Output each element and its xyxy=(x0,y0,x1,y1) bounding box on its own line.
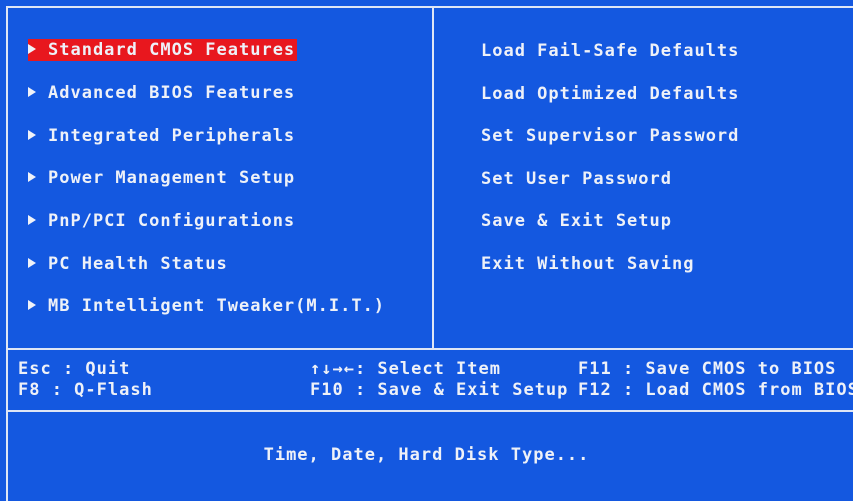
menu-item-label: Power Management Setup xyxy=(48,168,296,188)
help-f11-save-cmos: F11 : Save CMOS to BIOS xyxy=(578,359,837,379)
menu-item-load-optimized-defaults[interactable]: Load Optimized Defaults xyxy=(481,83,739,105)
frame-center-divider xyxy=(432,8,434,348)
menu-item-pc-health-status[interactable]: PC Health Status xyxy=(28,253,228,275)
help-select-item: ↑↓→←: Select Item xyxy=(310,359,501,379)
menu-item-mb-intelligent-tweaker[interactable]: MB Intelligent Tweaker(M.I.T.) xyxy=(28,295,385,317)
triangle-right-icon xyxy=(28,300,36,310)
menu-item-exit-without-saving[interactable]: Exit Without Saving xyxy=(481,253,694,275)
bios-setup-screen: Standard CMOS Features Advanced BIOS Fea… xyxy=(0,0,853,501)
menu-item-advanced-bios-features[interactable]: Advanced BIOS Features xyxy=(28,82,295,104)
menu-item-pnp-pci-configurations[interactable]: PnP/PCI Configurations xyxy=(28,210,295,232)
triangle-right-icon xyxy=(28,87,36,97)
menu-item-label: Load Fail-Safe Defaults xyxy=(481,41,740,61)
status-description: Time, Date, Hard Disk Type... xyxy=(263,445,590,465)
menu-item-label: Advanced BIOS Features xyxy=(48,83,296,103)
menu-item-label: Exit Without Saving xyxy=(481,254,695,274)
menu-item-label: MB Intelligent Tweaker(M.I.T.) xyxy=(48,296,386,316)
menu-item-load-fail-safe-defaults[interactable]: Load Fail-Safe Defaults xyxy=(481,40,739,62)
menu-item-save-exit-setup[interactable]: Save & Exit Setup xyxy=(481,210,672,232)
frame-help-bottom-line xyxy=(6,410,853,412)
triangle-right-icon xyxy=(28,130,36,140)
help-f10-save-exit: F10 : Save & Exit Setup xyxy=(310,380,569,400)
menu-item-label: Set Supervisor Password xyxy=(481,126,740,146)
menu-item-label: Save & Exit Setup xyxy=(481,211,672,231)
triangle-right-icon xyxy=(28,258,36,268)
frame-left-line xyxy=(6,6,8,501)
frame-top-line xyxy=(6,6,853,8)
triangle-right-icon xyxy=(28,215,36,225)
help-esc-quit: Esc : Quit xyxy=(18,359,131,379)
menu-item-set-supervisor-password[interactable]: Set Supervisor Password xyxy=(481,125,739,147)
menu-item-label: Integrated Peripherals xyxy=(48,126,296,146)
menu-item-set-user-password[interactable]: Set User Password xyxy=(481,168,672,190)
menu-item-integrated-peripherals[interactable]: Integrated Peripherals xyxy=(28,125,295,147)
frame-menu-bottom-line xyxy=(6,348,853,350)
menu-item-standard-cmos-features[interactable]: Standard CMOS Features xyxy=(28,39,298,61)
menu-item-label: PnP/PCI Configurations xyxy=(48,211,296,231)
help-f12-load-cmos: F12 : Load CMOS from BIOS xyxy=(578,380,853,400)
menu-item-label: Standard CMOS Features xyxy=(48,40,296,60)
menu-item-label: PC Health Status xyxy=(48,254,228,274)
menu-item-label: Set User Password xyxy=(481,169,672,189)
menu-item-power-management-setup[interactable]: Power Management Setup xyxy=(28,167,295,189)
menu-item-label: Load Optimized Defaults xyxy=(481,84,740,104)
help-f8-q-flash: F8 : Q-Flash xyxy=(18,380,153,400)
triangle-right-icon xyxy=(28,172,36,182)
triangle-right-icon xyxy=(28,44,36,54)
